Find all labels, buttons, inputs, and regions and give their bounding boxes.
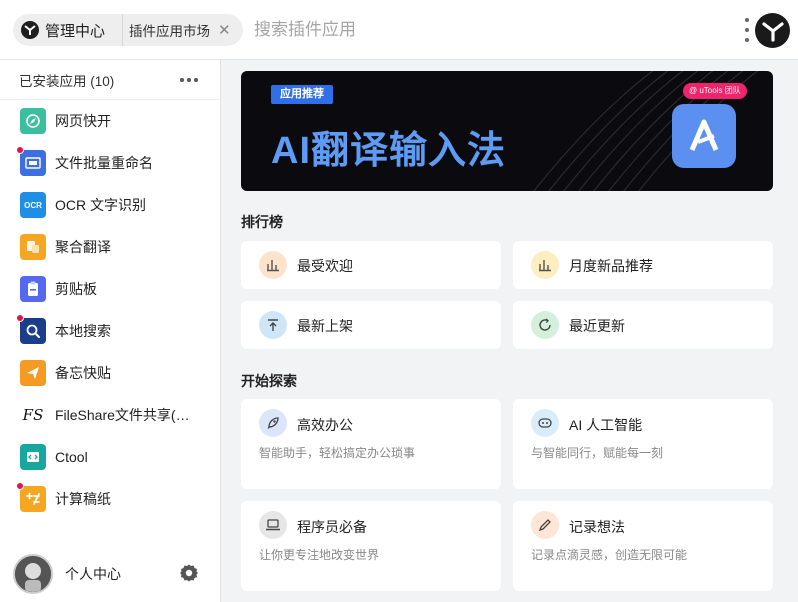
explore-card-desc: 记录点滴灵感，创造无限可能 xyxy=(531,548,688,562)
code-tool-icon xyxy=(20,444,46,470)
explore-card-label: 高效办公 xyxy=(297,417,353,433)
explore-card-label: 记录想法 xyxy=(569,519,625,535)
sidebar-item-memo[interactable]: 备忘快贴 xyxy=(0,352,220,394)
home-tab-label: 管理中心 xyxy=(45,22,106,40)
upload-icon xyxy=(259,311,287,339)
gear-icon[interactable] xyxy=(179,563,199,583)
sidebar-item-web-quick-open[interactable]: 网页快开 xyxy=(0,100,220,142)
more-vertical-icon[interactable] xyxy=(743,18,751,42)
bar-chart-icon xyxy=(259,251,287,279)
ranking-card-label: 最新上架 xyxy=(297,318,353,334)
sidebar-item-ocr[interactable]: OCR OCR 文字识别 xyxy=(0,184,220,226)
sidebar-item-batch-rename[interactable]: 文件批量重命名 xyxy=(0,142,220,184)
tab-plugin-market-label: 插件应用市场 xyxy=(129,24,210,39)
ranking-card-newest[interactable]: 最新上架 xyxy=(241,301,501,349)
compass-icon xyxy=(20,108,46,134)
profile-footer: 个人中心 xyxy=(0,546,220,602)
explore-section-title: 开始探索 xyxy=(241,373,297,389)
top-bar: 管理中心 插件应用市场 ✕ xyxy=(0,0,798,60)
sidebar-item-label: 剪贴板 xyxy=(55,281,97,297)
more-horizontal-icon[interactable] xyxy=(178,74,200,86)
rename-file-icon xyxy=(16,146,46,176)
sidebar: 已安装应用 (10) 网页快开 文件批量重命名 OCR OCR 文字识别 聚合翻… xyxy=(0,60,221,602)
translate-icon xyxy=(20,234,46,260)
memo-icon xyxy=(20,360,46,386)
ranking-card-most-popular[interactable]: 最受欢迎 xyxy=(241,241,501,289)
bar-chart-icon xyxy=(531,251,559,279)
close-icon[interactable]: ✕ xyxy=(218,21,231,39)
sidebar-item-label: 聚合翻译 xyxy=(55,239,111,255)
clipboard-icon xyxy=(20,276,46,302)
sidebar-item-fileshare[interactable]: FS FileShare文件共享(局域网) xyxy=(0,394,220,436)
ranking-card-monthly-new[interactable]: 月度新品推荐 xyxy=(513,241,773,289)
installed-app-list: 网页快开 文件批量重命名 OCR OCR 文字识别 聚合翻译 剪贴板 本地搜索 … xyxy=(0,100,220,520)
fileshare-icon: FS xyxy=(20,402,46,428)
sidebar-item-label: 备忘快贴 xyxy=(55,365,111,381)
explore-card-desc: 让你更专注地改变世界 xyxy=(259,548,380,562)
sidebar-item-translate[interactable]: 聚合翻译 xyxy=(0,226,220,268)
avatar[interactable] xyxy=(13,554,53,594)
rocket-icon xyxy=(259,409,287,437)
banner-tag: 应用推荐 xyxy=(271,85,333,104)
robot-icon xyxy=(531,409,559,437)
ranking-card-label: 最受欢迎 xyxy=(297,258,353,274)
utools-brand-logo-icon[interactable] xyxy=(755,13,790,48)
sidebar-item-label: OCR 文字识别 xyxy=(55,197,146,213)
search-input[interactable] xyxy=(254,16,674,44)
search-icon xyxy=(16,314,46,344)
explore-card-ideas[interactable]: 记录想法 记录点滴灵感，创造无限可能 xyxy=(513,501,773,591)
ocr-icon: OCR xyxy=(20,192,46,218)
ranking-card-recently-updated[interactable]: 最近更新 xyxy=(513,301,773,349)
ranking-card-label: 月度新品推荐 xyxy=(569,258,653,274)
profile-center-link[interactable]: 个人中心 xyxy=(65,564,121,584)
banner-author-badge: @ uTools 团队 xyxy=(683,83,747,99)
sidebar-item-label: 文件批量重命名 xyxy=(55,155,153,171)
sidebar-item-clipboard[interactable]: 剪贴板 xyxy=(0,268,220,310)
utools-logo-icon xyxy=(21,21,39,39)
main-content: 应用推荐 AI翻译输入法 @ uTools 团队 排行榜 最受欢迎 月度新品推荐… xyxy=(221,60,798,602)
pencil-icon xyxy=(531,511,559,539)
installed-apps-title: 已安装应用 (10) xyxy=(19,73,115,89)
sidebar-item-label: Ctool xyxy=(55,449,88,465)
sidebar-item-local-search[interactable]: 本地搜索 xyxy=(0,310,220,352)
ranking-card-label: 最近更新 xyxy=(569,318,625,334)
ai-translate-app-icon xyxy=(672,104,736,168)
sidebar-item-ctool[interactable]: Ctool xyxy=(0,436,220,478)
notification-dot xyxy=(16,146,24,154)
ranking-section-title: 排行榜 xyxy=(241,214,283,230)
laptop-icon xyxy=(259,511,287,539)
sidebar-item-calculator[interactable]: 计算稿纸 xyxy=(0,478,220,520)
explore-card-office[interactable]: 高效办公 智能助手，轻松搞定办公琐事 xyxy=(241,399,501,489)
sidebar-item-label: 计算稿纸 xyxy=(55,491,111,507)
explore-card-label: AI 人工智能 xyxy=(569,417,643,433)
banner-title: AI翻译输入法 xyxy=(271,130,507,172)
explore-card-desc: 智能助手，轻松搞定办公琐事 xyxy=(259,446,416,460)
sidebar-item-label: FileShare文件共享(局域网) xyxy=(55,407,200,423)
notification-dot xyxy=(16,482,24,490)
explore-card-ai[interactable]: AI 人工智能 与智能同行，赋能每一刻 xyxy=(513,399,773,489)
explore-card-label: 程序员必备 xyxy=(297,519,367,535)
calculator-icon xyxy=(16,482,46,512)
notification-dot xyxy=(16,314,24,322)
installed-apps-header: 已安装应用 (10) xyxy=(0,60,220,100)
explore-card-desc: 与智能同行，赋能每一刻 xyxy=(531,446,664,460)
tab-plugin-market[interactable]: 插件应用市场 ✕ xyxy=(127,14,243,46)
home-tab[interactable]: 管理中心 xyxy=(13,14,123,46)
explore-card-programmer[interactable]: 程序员必备 让你更专注地改变世界 xyxy=(241,501,501,591)
featured-banner[interactable]: 应用推荐 AI翻译输入法 @ uTools 团队 xyxy=(241,71,773,191)
sidebar-item-label: 本地搜索 xyxy=(55,323,111,339)
refresh-icon xyxy=(531,311,559,339)
tab-pill: 管理中心 插件应用市场 ✕ xyxy=(13,14,243,46)
sidebar-item-label: 网页快开 xyxy=(55,113,111,129)
